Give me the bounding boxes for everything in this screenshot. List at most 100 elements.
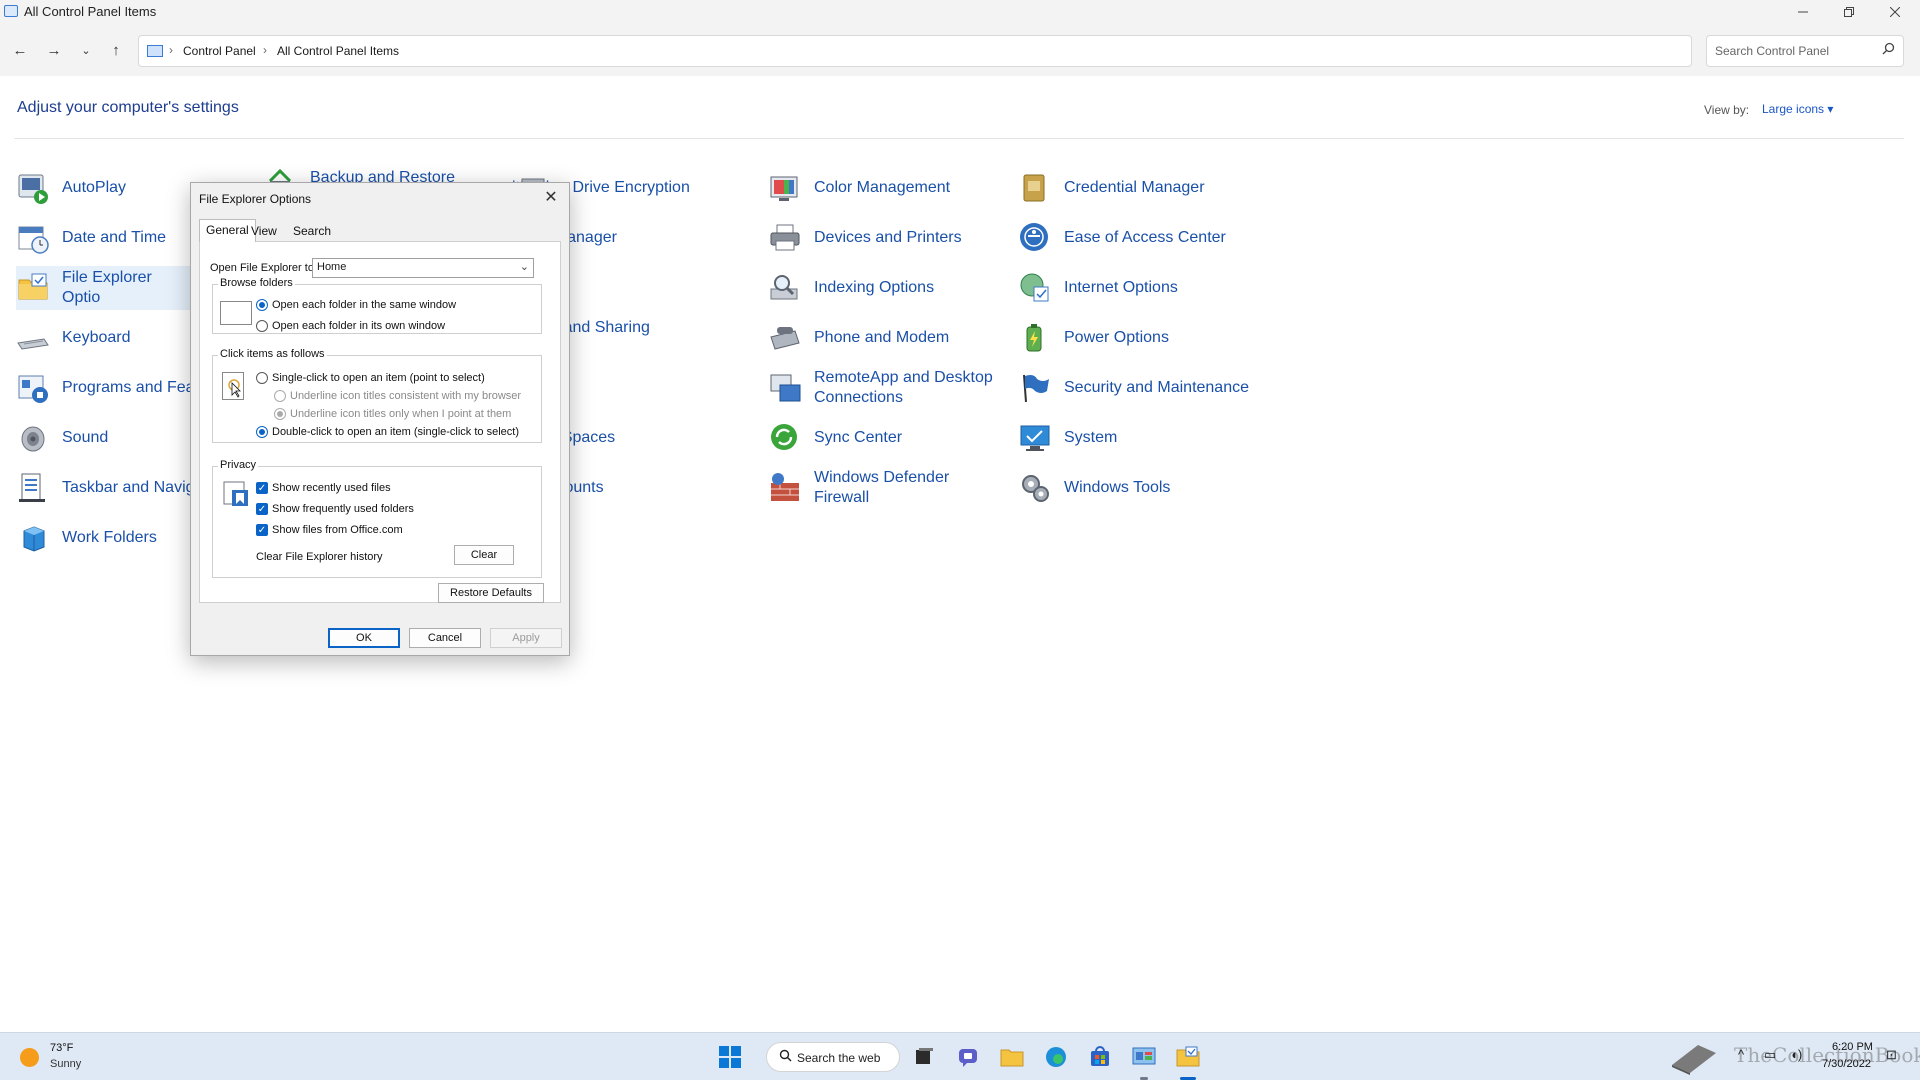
cp-item-label: Color Management	[814, 179, 951, 196]
checkbox-office-files[interactable]: ✓	[256, 524, 268, 536]
chat-button[interactable]	[954, 1043, 982, 1071]
up-button[interactable]: ↑	[102, 37, 130, 63]
radio-single-click-label: Single-click to open an item (point to s…	[272, 372, 485, 384]
cp-item-power-options[interactable]: Power Options	[1018, 316, 1169, 360]
cp-item-system[interactable]: System	[1018, 416, 1117, 460]
file-explorer-taskbar-button[interactable]	[998, 1043, 1026, 1071]
close-button[interactable]	[1872, 0, 1918, 24]
close-icon	[1890, 7, 1900, 17]
folder-icon	[1000, 1049, 1024, 1067]
search-box[interactable]	[1706, 35, 1904, 67]
arrow-right-icon: →	[46, 41, 62, 59]
breadcrumb-control-panel[interactable]: Control Panel	[183, 44, 256, 58]
folder-icon	[16, 271, 50, 305]
open-to-dropdown[interactable]: Home ⌄	[312, 258, 534, 278]
apply-button[interactable]: Apply	[490, 628, 562, 648]
start-button[interactable]	[716, 1043, 744, 1071]
chevron-up-icon[interactable]: ^	[1738, 1047, 1744, 1062]
cp-item-file-explorer-options[interactable]: File Explorer Optio	[16, 266, 192, 310]
cp-item-label-group: RemoteApp and Desktop Connections	[814, 368, 993, 408]
restore-icon	[1844, 7, 1854, 17]
phone-icon	[768, 321, 802, 355]
printer-icon	[768, 221, 802, 255]
cp-item-internet-options[interactable]: Internet Options	[1018, 266, 1178, 310]
window-title: All Control Panel Items	[24, 4, 157, 19]
search-input[interactable]	[1713, 42, 1873, 60]
radio-underline-point[interactable]	[274, 408, 286, 420]
cp-item-taskbar-navigation[interactable]: Taskbar and Navig	[16, 466, 195, 510]
address-bar[interactable]: › Control Panel › All Control Panel Item…	[138, 35, 1814, 67]
radio-own-window[interactable]	[256, 320, 268, 332]
breadcrumb-all-items[interactable]: All Control Panel Items	[277, 44, 399, 58]
arrow-left-icon: ←	[12, 41, 28, 59]
cp-item-label: Date and Time	[62, 229, 167, 246]
radio-double-click[interactable]	[256, 426, 268, 438]
cp-item-phone-modem[interactable]: Phone and Modem	[768, 316, 949, 360]
checkbox-frequent-folders[interactable]: ✓	[256, 503, 268, 515]
forward-button[interactable]: →	[40, 37, 68, 63]
cp-item-date-time[interactable]: Date and Time	[16, 216, 166, 260]
cp-item-sync-center[interactable]: Sync Center	[768, 416, 902, 460]
volume-icon[interactable]: ◖)	[1790, 1047, 1802, 1062]
clock-date[interactable]: 7/30/2022	[1822, 1058, 1871, 1070]
remoteapp-icon	[768, 371, 802, 405]
credential-icon	[1018, 171, 1052, 205]
tab-search[interactable]: Search	[287, 221, 337, 241]
cp-item-indexing-options[interactable]: Indexing Options	[768, 266, 934, 310]
restore-button[interactable]	[1826, 0, 1872, 24]
network-icon[interactable]: ▭	[1764, 1047, 1776, 1063]
task-view-button[interactable]	[910, 1043, 938, 1071]
sun-icon	[20, 1048, 39, 1067]
notification-icon[interactable]: ⊡	[1886, 1047, 1897, 1063]
cp-item-sound[interactable]: Sound	[16, 416, 108, 460]
view-by-label: View by:	[1704, 103, 1750, 117]
store-button[interactable]	[1086, 1043, 1114, 1071]
cp-item-color-management[interactable]: Color Management	[768, 166, 950, 210]
chat-icon	[959, 1049, 977, 1067]
cp-item-work-folders[interactable]: Work Folders	[16, 516, 157, 560]
edge-icon	[1046, 1047, 1066, 1067]
cp-item-label: Keyboard	[62, 329, 131, 346]
cp-item-label: RemoteApp and Desktop	[814, 369, 993, 386]
keyboard-icon	[16, 321, 50, 355]
back-button[interactable]: ←	[6, 37, 34, 63]
clear-button[interactable]: Clear	[454, 545, 514, 565]
radio-single-click[interactable]	[256, 372, 268, 384]
cp-item-windows-firewall[interactable]: Windows Defender Firewall	[768, 466, 949, 510]
cp-item-programs-features[interactable]: Programs and Feat	[16, 366, 199, 410]
recent-locations-button[interactable]: ⌄	[72, 37, 100, 63]
cp-item-autoplay[interactable]: AutoPlay	[16, 166, 126, 210]
radio-underline-browser[interactable]	[274, 390, 286, 402]
clock-time[interactable]: 6:20 PM	[1832, 1041, 1873, 1053]
cp-item-ease-of-access[interactable]: Ease of Access Center	[1018, 216, 1226, 260]
checkbox-recent-files[interactable]: ✓	[256, 482, 268, 494]
ok-button[interactable]: OK	[328, 628, 400, 648]
control-panel-taskbar-button[interactable]	[1130, 1043, 1158, 1071]
clear-history-label: Clear File Explorer history	[256, 551, 383, 563]
sync-icon	[768, 421, 802, 455]
edge-button[interactable]	[1042, 1043, 1070, 1071]
restore-defaults-button[interactable]: Restore Defaults	[438, 583, 544, 603]
tab-view[interactable]: View	[245, 221, 283, 241]
file-explorer-options-taskbar-button[interactable]	[1174, 1043, 1202, 1071]
cp-item-label-line2: Firewall	[814, 489, 870, 506]
taskbar-search[interactable]: Search the web	[766, 1042, 900, 1072]
cp-item-keyboard[interactable]: Keyboard	[16, 316, 131, 360]
dialog-close-button[interactable]: ✕	[539, 187, 563, 209]
click-items-title: Click items as follows	[218, 348, 327, 360]
mouse-pointer-icon	[222, 372, 244, 400]
cp-item-windows-tools[interactable]: Windows Tools	[1018, 466, 1170, 510]
cancel-button[interactable]: Cancel	[409, 628, 481, 648]
cp-item-security-maintenance[interactable]: Security and Maintenance	[1018, 366, 1249, 410]
cp-item-label: Credential Manager	[1064, 179, 1205, 196]
book-logo-icon	[1668, 1041, 1720, 1080]
minimize-button[interactable]	[1780, 0, 1826, 24]
search-icon[interactable]	[1882, 42, 1895, 58]
flag-icon	[1018, 371, 1052, 405]
cp-item-devices-printers[interactable]: Devices and Printers	[768, 216, 962, 260]
cp-item-remoteapp[interactable]: RemoteApp and Desktop Connections	[768, 366, 993, 410]
view-by-dropdown[interactable]: Large icons ▾	[1762, 102, 1833, 116]
cp-item-label: Windows Defender	[814, 469, 950, 486]
radio-same-window[interactable]	[256, 299, 268, 311]
cp-item-credential-manager[interactable]: Credential Manager	[1018, 166, 1205, 210]
